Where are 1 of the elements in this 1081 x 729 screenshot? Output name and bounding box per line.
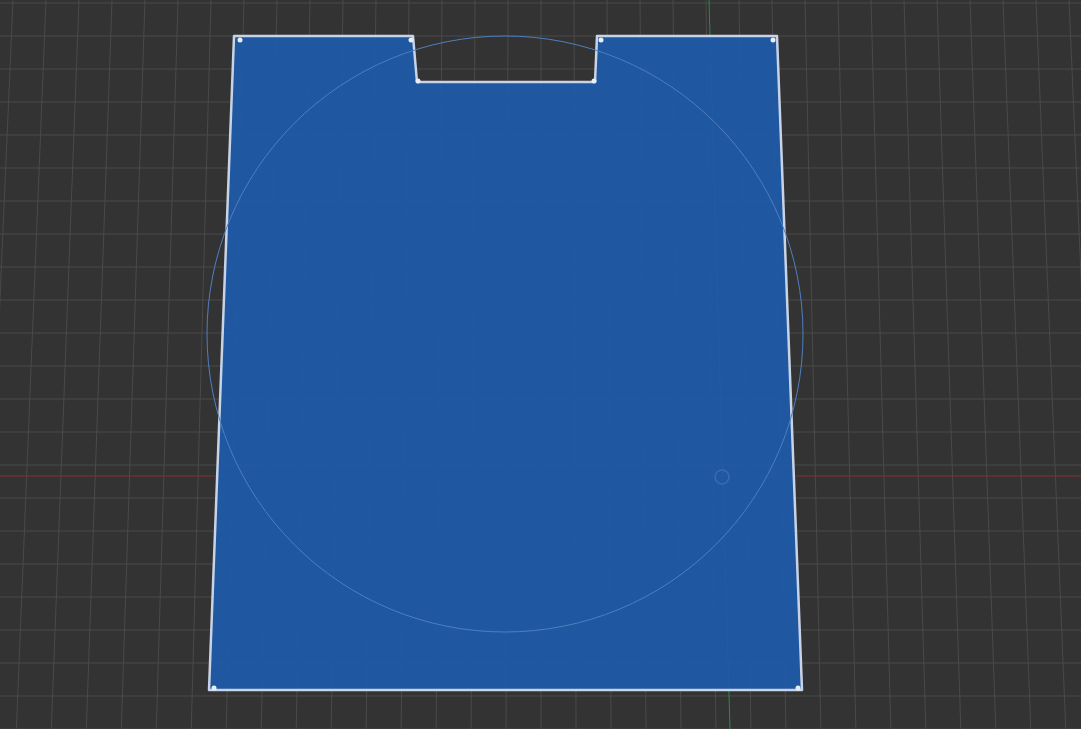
origin-marker-icon[interactable]	[714, 469, 730, 485]
